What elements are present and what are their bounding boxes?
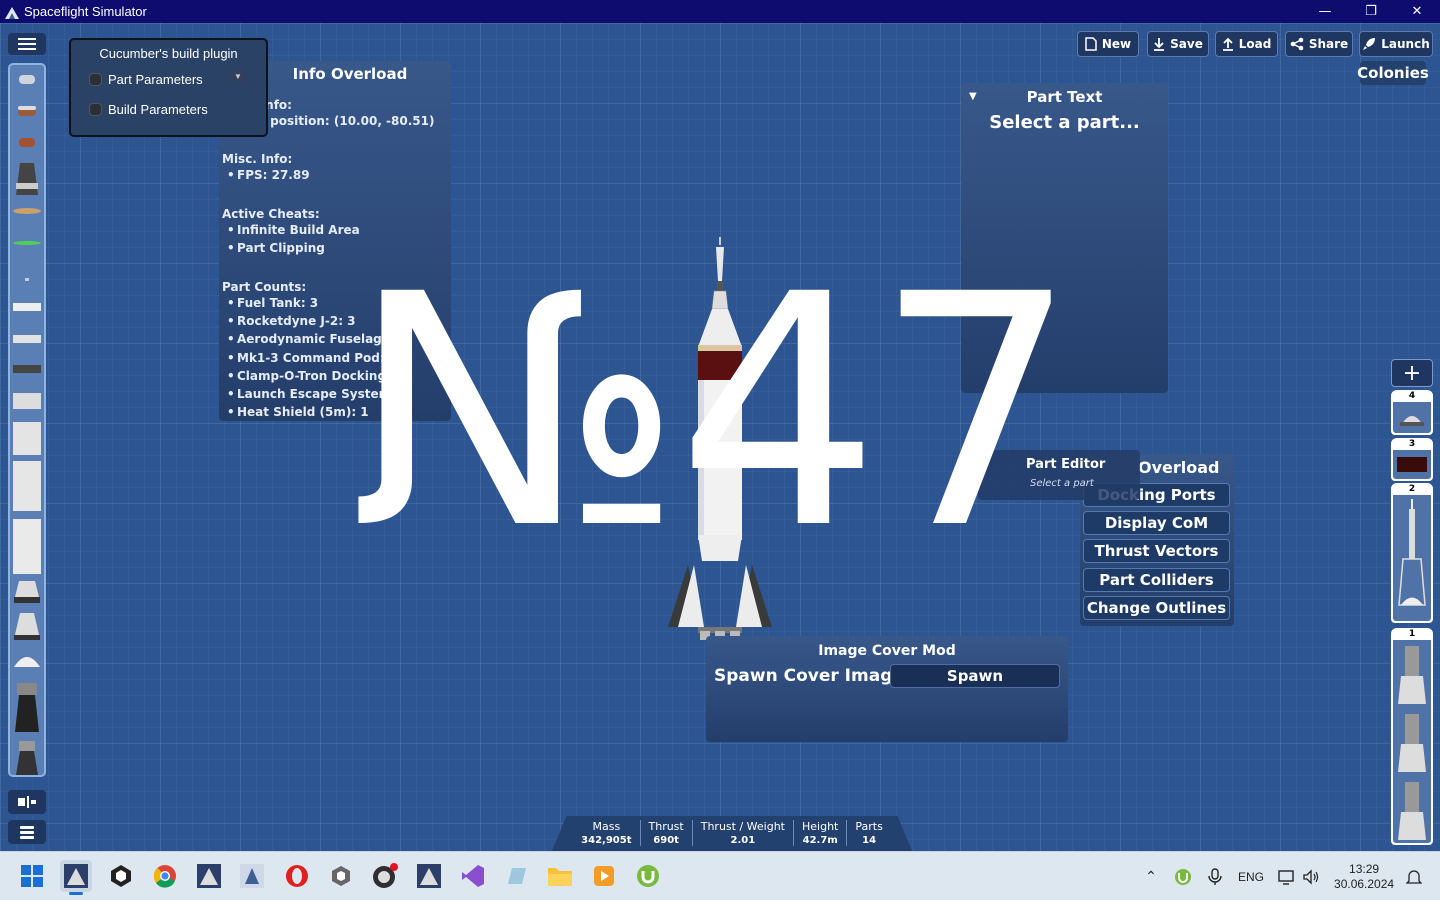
upload-icon	[1222, 37, 1233, 51]
part-picker[interactable]	[8, 63, 46, 777]
overload-menu-title: Overload	[1138, 458, 1220, 477]
microphone-icon[interactable]	[1208, 867, 1222, 886]
language-indicator[interactable]: ENG	[1238, 870, 1264, 884]
player-icon[interactable]	[588, 860, 620, 892]
spawn-cover-label: Spawn Cover Image	[714, 666, 904, 686]
hamburger-menu-button[interactable]	[8, 33, 46, 55]
build-parameters-toggle[interactable]: Build Parameters	[89, 102, 208, 117]
sfs2-icon[interactable]	[193, 860, 225, 892]
add-stage-button[interactable]: +	[1391, 359, 1433, 387]
minimize-button[interactable]: —	[1302, 0, 1348, 23]
build-workspace[interactable]: Info Overload Build Info: CoM position: …	[0, 23, 1440, 851]
spawn-button[interactable]: Spawn	[890, 664, 1060, 688]
build-plugin-panel: Cucumber's build plugin ▼ Part Parameter…	[69, 38, 268, 137]
list-item: Part Clipping	[222, 239, 360, 257]
checkbox[interactable]	[89, 103, 102, 116]
change-outlines-button[interactable]: Change Outlines	[1083, 596, 1230, 620]
build-stats-bar: Mass 342,905t Thrust 690t Thrust / Weight 2…	[552, 816, 912, 851]
share-button[interactable]: Share	[1285, 31, 1353, 57]
maximize-button[interactable]: ❐	[1348, 0, 1394, 23]
windows-taskbar: ⌃ ENG 13:29 30.06.2024	[0, 851, 1440, 900]
height-stat: Height 42.7m	[802, 820, 839, 846]
volume-icon[interactable]	[1302, 868, 1320, 885]
stage-4[interactable]: 4	[1391, 390, 1433, 435]
sfs3-icon[interactable]	[236, 860, 268, 892]
checkbox[interactable]	[89, 73, 102, 86]
save-button[interactable]: Save	[1147, 31, 1209, 57]
symmetry-toggle-button[interactable]	[8, 790, 46, 814]
part-text-title: Part Text	[1026, 88, 1103, 106]
unity-icon[interactable]	[105, 860, 137, 892]
window-title: Spaceflight Simulator	[24, 4, 147, 19]
collapse-triangle-icon[interactable]: ▼	[231, 69, 245, 83]
part-thumbnails[interactable]	[10, 65, 44, 775]
stage-3[interactable]: 3	[1391, 438, 1433, 481]
download-icon	[1154, 38, 1165, 51]
colonies-button[interactable]: Colonies	[1357, 61, 1429, 85]
window-titlebar: Spaceflight Simulator — ❐ ✕	[0, 0, 1440, 23]
part-parameters-toggle[interactable]: Part Parameters	[89, 72, 203, 87]
display-com-button[interactable]: Display CoM	[1083, 511, 1230, 535]
part-text-prompt: Select a part...	[989, 112, 1140, 133]
stage-1[interactable]: 1	[1391, 628, 1433, 845]
thrust-weight-stat: Thrust / Weight 2.01	[700, 820, 785, 846]
plugin-title: Cucumber's build plugin	[99, 46, 238, 61]
unity2-icon[interactable]	[325, 860, 357, 892]
close-button[interactable]: ✕	[1394, 0, 1440, 23]
notification-bell-icon[interactable]	[1406, 868, 1423, 886]
app-logo-icon	[4, 5, 20, 19]
share-icon	[1290, 37, 1304, 51]
parts-list-button[interactable]	[8, 820, 46, 844]
torrent-icon[interactable]	[632, 860, 664, 892]
misc-info-header: Misc. Info:	[222, 152, 293, 166]
stage-2[interactable]: 2	[1391, 483, 1433, 623]
mass-stat: Mass 342,905t	[581, 820, 632, 846]
obs-icon[interactable]	[369, 860, 401, 892]
start-icon[interactable]	[16, 860, 48, 892]
episode-number-overlay: №47	[350, 227, 1078, 599]
list-item: Infinite Build Area	[222, 221, 360, 239]
active-cheats-header: Active Cheats:	[222, 207, 320, 221]
network-icon[interactable]	[1278, 869, 1296, 885]
opera-icon[interactable]	[281, 860, 313, 892]
thrust-stat: Thrust 690t	[648, 820, 684, 846]
collapse-triangle-icon[interactable]: ▼	[969, 91, 977, 102]
image-cover-panel: Image Cover Mod Spawn Cover Image Spawn	[706, 636, 1068, 742]
image-cover-title: Image Cover Mod	[818, 643, 956, 659]
chevron-up-icon[interactable]: ⌃	[1143, 868, 1159, 885]
utorrent-tray-icon[interactable]	[1174, 868, 1192, 886]
rocket-icon	[1363, 38, 1376, 50]
sfs-icon[interactable]	[60, 860, 92, 895]
folder-icon[interactable]	[544, 860, 576, 892]
clock[interactable]: 13:29 30.06.2024	[1334, 862, 1394, 892]
chrome-icon[interactable]	[149, 860, 181, 892]
thrust-vectors-button[interactable]: Thrust Vectors	[1083, 539, 1230, 563]
load-button[interactable]: Load	[1215, 31, 1278, 57]
new-button[interactable]: New	[1077, 31, 1139, 57]
new-file-icon	[1085, 37, 1097, 51]
vs-icon[interactable]	[457, 860, 489, 892]
app-icon[interactable]	[500, 860, 532, 892]
fps-value: FPS: 27.89	[222, 166, 310, 184]
part-colliders-button[interactable]: Part Colliders	[1083, 568, 1230, 592]
launch-button[interactable]: Launch	[1359, 31, 1433, 57]
sfs4-icon[interactable]	[413, 860, 445, 892]
parts-stat: Parts 14	[855, 820, 883, 846]
system-tray: ⌃ ENG 13:29 30.06.2024	[1143, 852, 1423, 900]
